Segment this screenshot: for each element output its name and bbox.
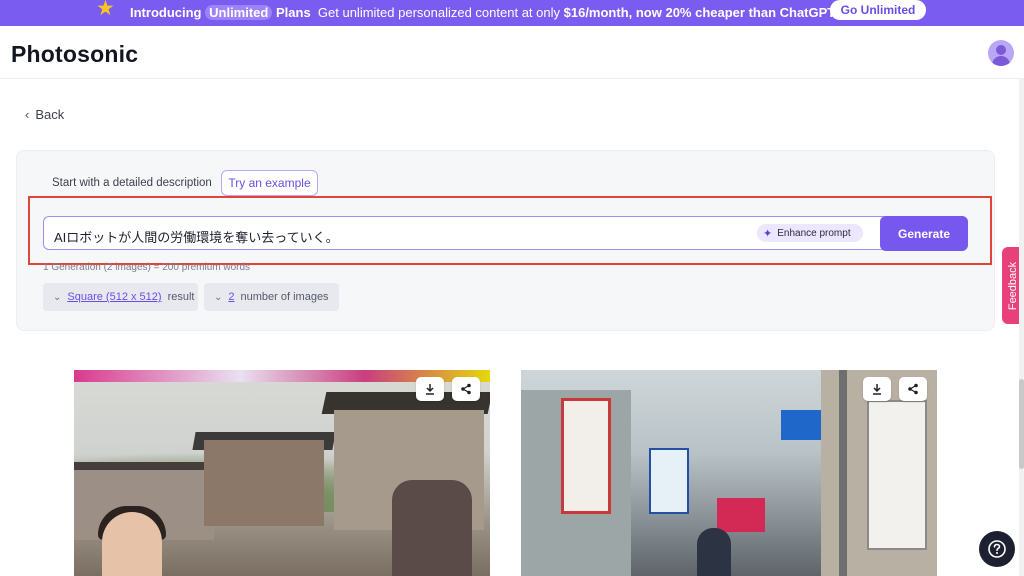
avatar-head (996, 45, 1006, 55)
image-count-value[interactable]: 2 (228, 291, 234, 303)
image-count-suffix: number of images (240, 291, 329, 303)
image-sign (717, 498, 765, 532)
image-sign (561, 398, 611, 514)
start-description-label: Start with a detailed description (52, 177, 212, 189)
promo-banner: ★ Introducing Unlimited Plans Get unlimi… (0, 0, 1024, 26)
image-sign (649, 448, 689, 514)
download-icon[interactable] (416, 377, 444, 401)
download-icon[interactable] (863, 377, 891, 401)
image-figure (392, 480, 472, 576)
help-question-icon (988, 540, 1006, 558)
banner-intro: Introducing (130, 5, 202, 20)
size-select-value[interactable]: Square (512 x 512) (67, 291, 161, 303)
size-select-suffix: result (167, 291, 195, 303)
banner-price: $16/month, now 20% cheaper than ChatGPT. (563, 5, 838, 20)
star-icon: ★ (96, 0, 115, 20)
feedback-label: Feedback (1007, 261, 1019, 310)
image-house (204, 440, 324, 526)
go-unlimited-button[interactable]: Go Unlimited (830, 0, 926, 20)
banner-highlight: Unlimited (205, 5, 273, 20)
image-sign (781, 410, 821, 440)
back-label: Back (35, 107, 65, 122)
back-link[interactable]: ‹ Back (25, 107, 64, 122)
image-pole (839, 370, 847, 576)
image-person (697, 528, 731, 576)
image-count-select[interactable]: ⌄ 2 number of images (204, 283, 339, 311)
generated-image-1[interactable] (74, 370, 490, 576)
header-divider (0, 78, 1024, 79)
avatar-body (992, 56, 1010, 66)
share-icon[interactable] (899, 377, 927, 401)
user-avatar-icon[interactable] (988, 40, 1014, 66)
banner-plans: Plans (275, 5, 311, 20)
image-sign (867, 400, 927, 550)
banner-message: Get unlimited personalized content at on… (317, 5, 560, 20)
image-person-face (102, 512, 162, 576)
scrollbar-thumb[interactable] (1019, 379, 1024, 469)
chevron-down-icon: ⌄ (214, 291, 223, 303)
try-example-button[interactable]: Try an example (221, 170, 318, 196)
generated-image-2[interactable] (521, 370, 937, 576)
app-title: Photosonic (11, 41, 139, 67)
highlight-annotation-box (28, 196, 992, 265)
chevron-left-icon: ‹ (25, 107, 30, 122)
size-select[interactable]: ⌄ Square (512 x 512) result (43, 283, 198, 311)
generation-info: 1 Generation (2 images) = 200 premium wo… (43, 262, 251, 273)
share-icon[interactable] (452, 377, 480, 401)
banner-text: Introducing Unlimited Plans Get unlimite… (130, 5, 837, 20)
chevron-down-icon: ⌄ (53, 291, 62, 303)
page-scrollbar[interactable] (1019, 79, 1024, 576)
help-button[interactable] (979, 531, 1015, 567)
